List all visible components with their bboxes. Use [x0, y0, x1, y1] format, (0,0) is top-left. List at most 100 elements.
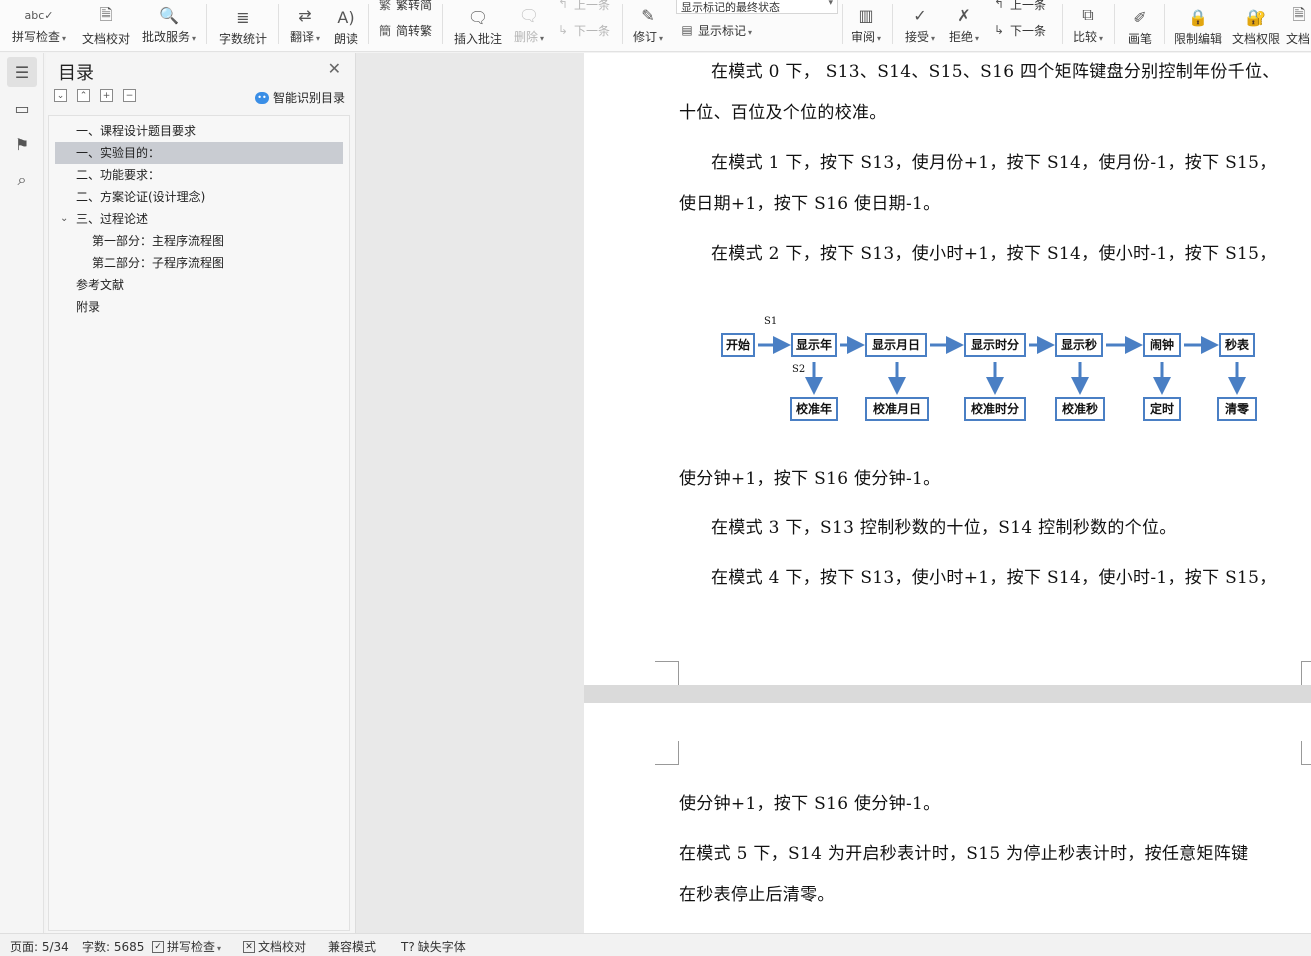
show-markup-icon: ▤ [681, 23, 693, 37]
toc-item[interactable]: ⌄ 三、过程论述 [49, 208, 349, 230]
accept-icon: ✓ [913, 5, 927, 25]
review-pane-button[interactable]: ▥ 审阅 [846, 0, 886, 46]
toc-item[interactable]: 一、课程设计题目要求 [49, 120, 349, 142]
toc-item[interactable]: 二、功能要求： [49, 164, 349, 186]
bookmark-icon[interactable]: ⚑ [7, 129, 37, 159]
next-comment-button[interactable]: ↳ 下一条 [556, 22, 610, 38]
word-count-indicator[interactable]: 字数: 5685 [82, 938, 144, 955]
proofread-status[interactable]: ✕ 文档校对 [243, 938, 306, 955]
body-paragraph: 在模式 2 下，按下 S13，使小时+1，按下 S14，使小时-1，按下 S15… [711, 244, 1277, 264]
plus-icon[interactable]: + [100, 89, 113, 102]
review-pane-icon: ▥ [858, 5, 874, 25]
prev-change-button[interactable]: ↰ 上一条 [992, 0, 1046, 12]
toc-item-selected[interactable]: 一、实验目的： [55, 142, 343, 164]
crop-mark [1301, 741, 1311, 765]
flow-node-top-label: 显示时分 [971, 337, 1019, 352]
simp-trad-icon: 簡 [378, 23, 391, 38]
chevron-down-icon[interactable]: ⌄ [60, 208, 68, 230]
flow-node-bottom-label: 校准年 [796, 401, 832, 416]
ribbon-divider [842, 4, 843, 44]
spell-check-icon: abc✓ [24, 8, 54, 22]
flow-node-top-label: 闹钟 [1150, 337, 1174, 352]
missing-font-status[interactable]: T? 缺失字体 [401, 938, 466, 955]
translate-button[interactable]: ⇄ 翻译 [284, 0, 326, 46]
simp-to-trad-button[interactable]: 簡 简转繁 [378, 22, 432, 38]
minus-icon[interactable]: − [123, 89, 136, 102]
spell-check-button[interactable]: abc✓ 拼写检查 [8, 0, 70, 46]
flow-node-bottom-label: 校准时分 [971, 401, 1019, 416]
flow-node-top-label: 显示年 [796, 337, 832, 352]
body-paragraph: 在秒表停止后清零。 [679, 885, 835, 905]
prev-comment-button[interactable]: ↰ 上一条 [556, 0, 610, 12]
next-change-icon: ↳ [993, 23, 1005, 37]
collapse-up-icon[interactable]: ⌃ [77, 89, 90, 102]
crop-mark [655, 661, 679, 685]
toc-item[interactable]: 二、方案论证(设计理念) [49, 186, 349, 208]
page-indicator[interactable]: 页面: 5/34 [10, 938, 69, 955]
translate-icon: ⇄ [298, 5, 312, 25]
toc-item[interactable]: 附录 [49, 296, 349, 318]
next-change-button[interactable]: ↳ 下一条 [992, 22, 1046, 38]
smart-toc-button[interactable]: •• 智能识别目录 [254, 89, 345, 106]
toc-title: 目录 [58, 63, 94, 84]
review-service-button[interactable]: 🔍 批改服务 [138, 0, 200, 46]
ribbon-divider [892, 4, 893, 44]
body-paragraph: 在模式 1 下，按下 S13，使月份+1，按下 S14，使月份-1，按下 S15… [711, 153, 1277, 173]
toc-item[interactable]: 第一部分：主程序流程图 [49, 230, 349, 252]
doc-more-button[interactable]: 🗎 文档 [1286, 0, 1311, 47]
compare-button[interactable]: ⧉ 比较 [1068, 0, 1108, 46]
insert-comment-icon: 🗨 [467, 7, 489, 27]
restrict-edit-button[interactable]: 🔒 限制编辑 [1170, 0, 1226, 47]
markup-state-select[interactable]: 显示标记的最终状态 ▾ [676, 0, 838, 14]
delete-comment-button[interactable]: 🗨 删除 [510, 0, 548, 46]
flow-node-bottom-label: 校准月日 [873, 401, 921, 416]
pen-button[interactable]: ✐ 画笔 [1120, 0, 1160, 47]
toc-nav-icon[interactable]: ☰ [7, 57, 37, 87]
reject-button[interactable]: ✗ 拒绝 [944, 0, 984, 46]
flow-node-top-label: 开始 [726, 337, 750, 352]
read-aloud-button[interactable]: A) 朗读 [328, 0, 364, 47]
body-paragraph: 使分钟+1，按下 S16 使分钟-1。 [679, 469, 941, 489]
expand-down-icon[interactable]: ⌄ [54, 89, 67, 102]
show-markup-button[interactable]: ▤ 显示标记 [680, 22, 752, 38]
body-paragraph: 使分钟+1，按下 S16 使分钟-1。 [679, 794, 941, 814]
doc-icon: 🗎 [1292, 4, 1306, 24]
insert-comment-button[interactable]: 🗨 插入批注 [450, 0, 506, 47]
body-paragraph: 在模式 5 下，S14 为开启秒表计时，S15 为停止秒表计时，按任意矩阵键 [679, 844, 1249, 864]
flow-node-bottom-label: 校准秒 [1062, 401, 1098, 416]
chapter-nav-icon[interactable]: ▭ [7, 93, 37, 123]
close-icon[interactable]: ✕ [328, 59, 341, 78]
page-gap [584, 685, 1311, 703]
flowchart-diagram[interactable]: 开始 显示年 显示月日 显示时分 显示秒 闹钟 秒表校准年 校准月日 校准时分 校准秒 定时 清零 S1… [714, 312, 1274, 442]
doc-permission-icon: 🔐 [1246, 7, 1266, 27]
word-count-button[interactable]: ≣ 字数统计 [214, 0, 272, 47]
next-comment-icon: ↳ [557, 23, 569, 37]
document-page[interactable]: 在模式 0 下， S13、S14、S15、S16 四个矩阵键盘分别控制年份千位、… [584, 53, 1311, 685]
toc-item[interactable]: 第二部分：子程序流程图 [49, 252, 349, 274]
crop-mark [655, 741, 679, 765]
trad-simp-icon: 繁 [378, 0, 391, 12]
ribbon-divider [368, 4, 369, 44]
accept-button[interactable]: ✓ 接受 [900, 0, 940, 46]
flow-node-bottom-label: 清零 [1225, 401, 1250, 416]
prev-comment-icon: ↰ [557, 0, 569, 11]
toc-panel: 目录 ✕ ⌄ ⌃ + − •• 智能识别目录 一、课程设计题目要求 一、实验目的… [46, 53, 356, 933]
search-icon[interactable]: ⌕ [7, 165, 37, 195]
nav-rail: ☰ ▭ ⚑ ⌕ [0, 53, 44, 933]
spell-check-status[interactable]: ✓ 拼写检查 [152, 938, 221, 955]
missing-font-icon: T? [401, 939, 415, 954]
trad-to-simp-button[interactable]: 繁 繁转简 [378, 0, 432, 12]
doc-permission-button[interactable]: 🔐 文档权限 [1228, 0, 1284, 47]
document-canvas[interactable]: 在模式 0 下， S13、S14、S15、S16 四个矩阵键盘分别控制年份千位、… [356, 53, 1311, 933]
track-changes-button[interactable]: ✎ 修订 [628, 0, 668, 46]
flow-node-top-label: 显示秒 [1061, 337, 1097, 352]
wps-writer-window: abc✓ 拼写检查 🗎 文档校对 🔍 批改服务 ≣ 字数统计 ⇄ 翻译 A) 朗… [0, 0, 1311, 956]
body-paragraph: 在模式 0 下， S13、S14、S15、S16 四个矩阵键盘分别控制年份千位、 [711, 62, 1280, 82]
read-aloud-icon: A) [337, 7, 355, 27]
body-paragraph: 使日期+1，按下 S16 使日期-1。 [679, 194, 941, 214]
ribbon-divider [1164, 4, 1165, 44]
review-ribbon: abc✓ 拼写检查 🗎 文档校对 🔍 批改服务 ≣ 字数统计 ⇄ 翻译 A) 朗… [0, 0, 1311, 52]
toc-item[interactable]: 参考文献 [49, 274, 349, 296]
document-page[interactable]: 使分钟+1，按下 S16 使分钟-1。 在模式 5 下，S14 为开启秒表计时，… [584, 703, 1311, 933]
doc-proofread-button[interactable]: 🗎 文档校对 [78, 0, 134, 47]
